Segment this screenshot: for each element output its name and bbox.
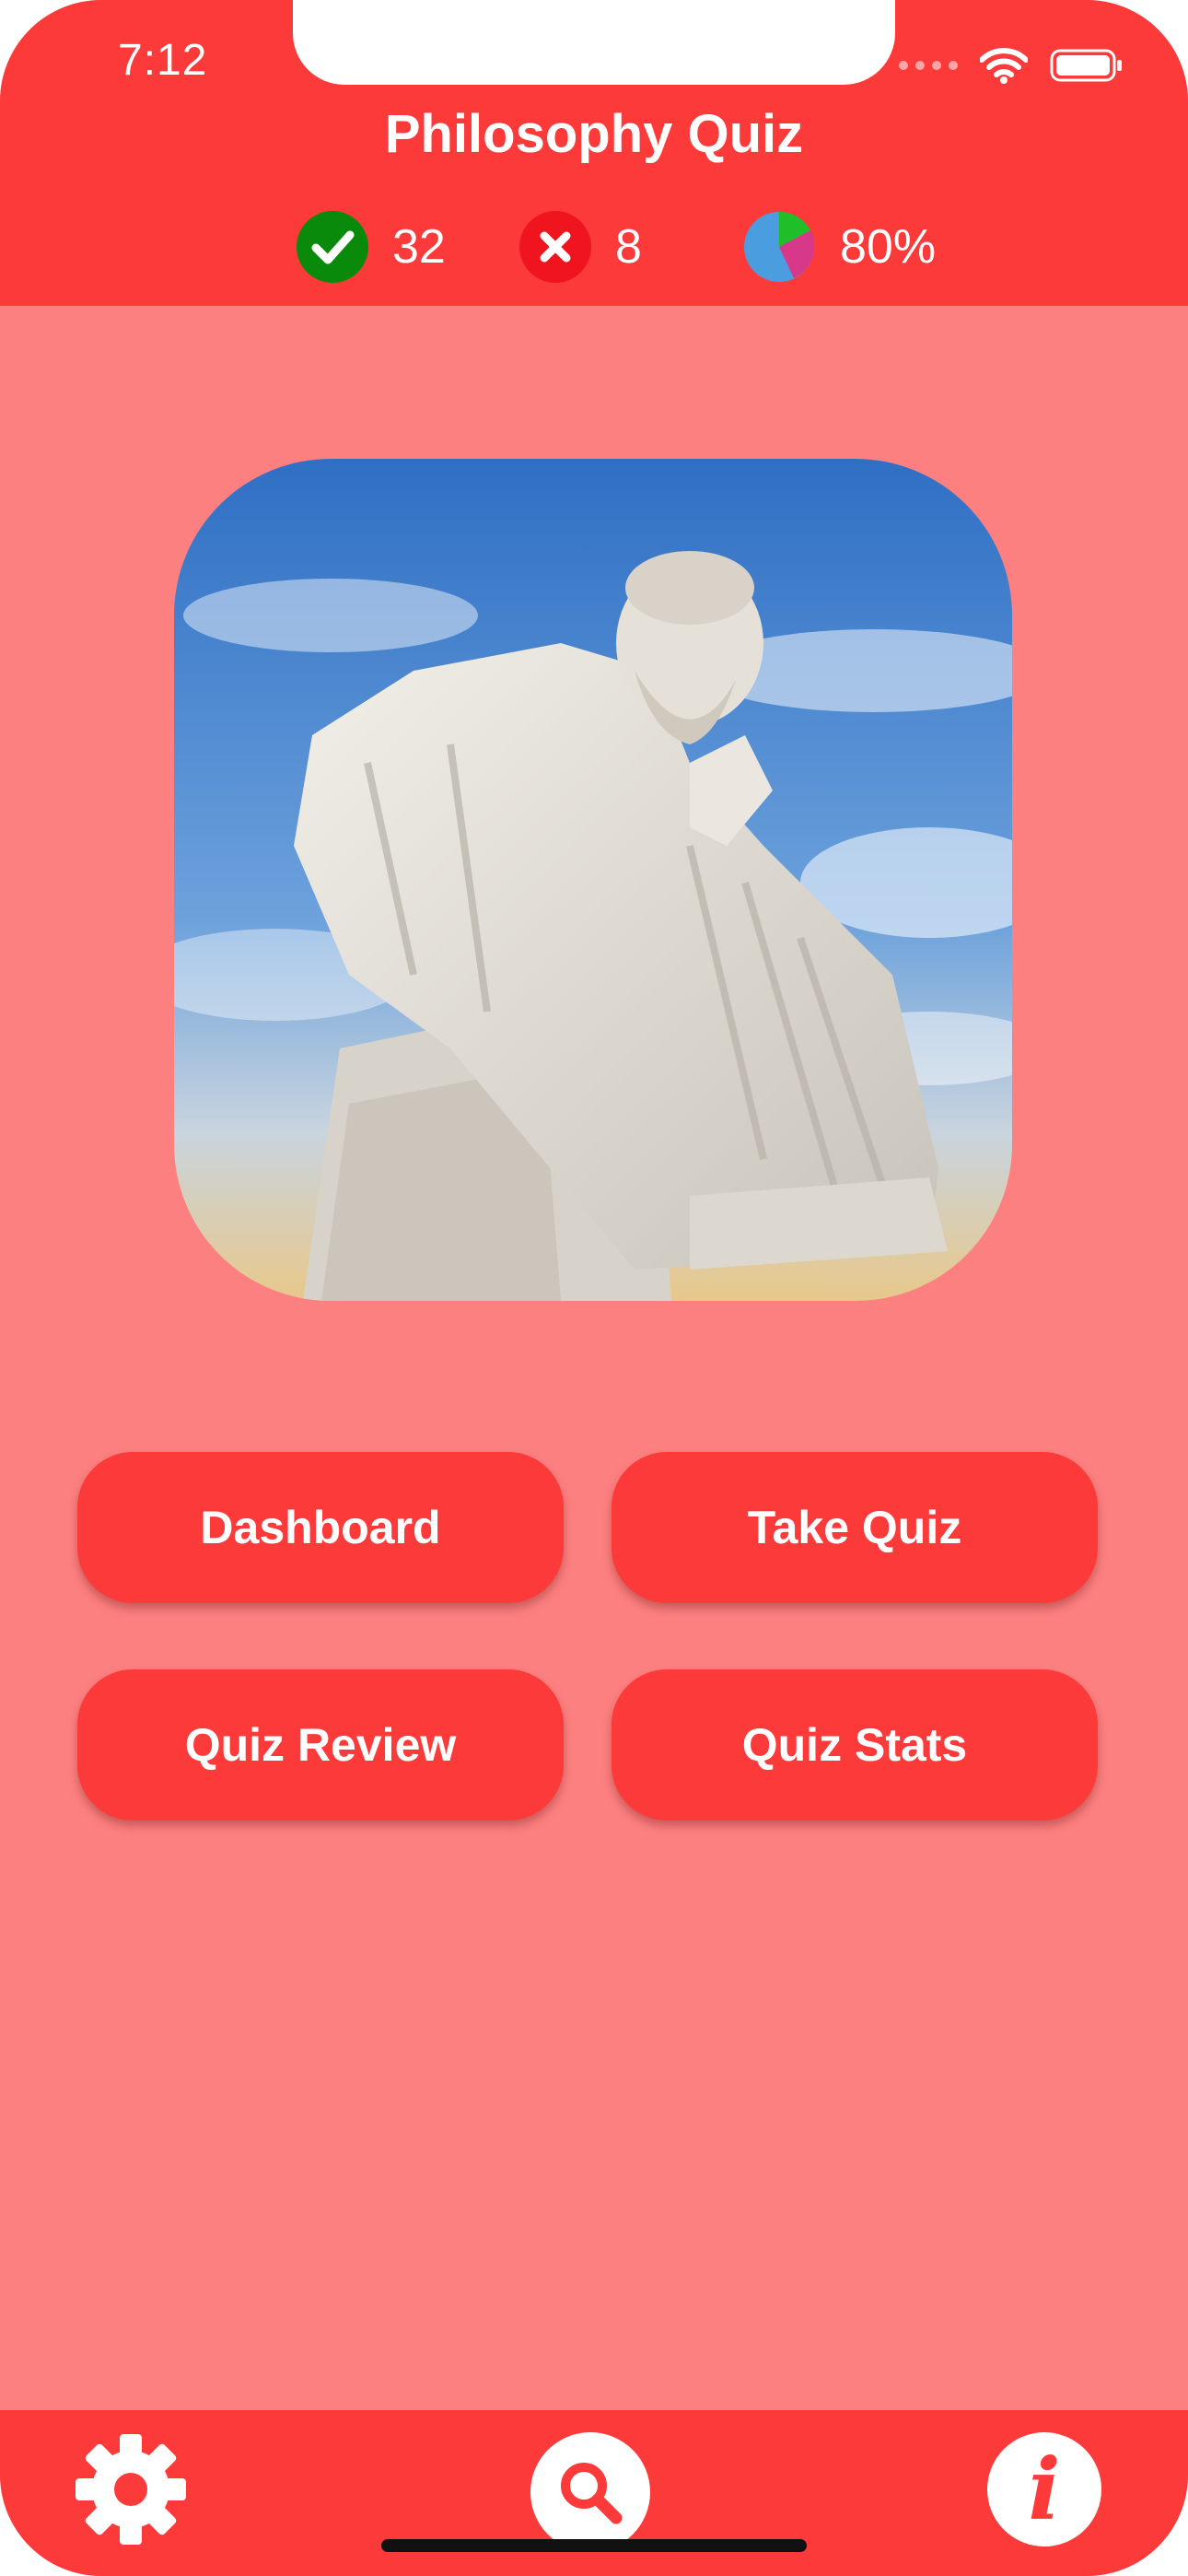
page-title: Philosophy Quiz: [384, 104, 804, 164]
gear-icon: [76, 2434, 186, 2545]
correct-count: 32: [297, 210, 446, 284]
search-icon: [561, 2463, 623, 2524]
cross-icon: [519, 211, 591, 283]
wifi-icon: [980, 48, 1028, 84]
battery-icon: [1050, 49, 1122, 82]
quiz-review-button[interactable]: Quiz Review: [77, 1669, 564, 1821]
score-summary: 32 8 80%: [0, 210, 1188, 284]
header-bar: 7:12 Philosophy Quiz 32 8 80%: [0, 0, 1188, 306]
dashboard-button[interactable]: Dashboard: [77, 1452, 564, 1603]
quiz-stats-button[interactable]: Quiz Stats: [611, 1669, 1098, 1821]
socrates-statue-image: [174, 459, 1012, 1301]
device-notch: [293, 0, 895, 85]
checkmark-icon: [297, 211, 368, 283]
status-time: 7:12: [118, 36, 208, 85]
search-button[interactable]: [530, 2432, 650, 2552]
wrong-count: 8: [519, 210, 642, 284]
app-screen: 7:12 Philosophy Quiz 32 8 80% Dashboard …: [0, 0, 1188, 2576]
settings-button[interactable]: [74, 2432, 188, 2547]
score-value: 80%: [840, 220, 937, 274]
home-indicator: [381, 2539, 807, 2552]
info-button[interactable]: i: [987, 2432, 1101, 2547]
take-quiz-button[interactable]: Take Quiz: [611, 1452, 1098, 1603]
signal-dots-icon: [899, 61, 958, 70]
correct-value: 32: [392, 220, 446, 274]
wrong-value: 8: [615, 220, 642, 274]
pie-chart-icon: [744, 211, 815, 282]
score-percent: 80%: [742, 210, 936, 284]
info-icon: i: [1028, 2440, 1061, 2539]
status-icons: [899, 41, 1124, 90]
